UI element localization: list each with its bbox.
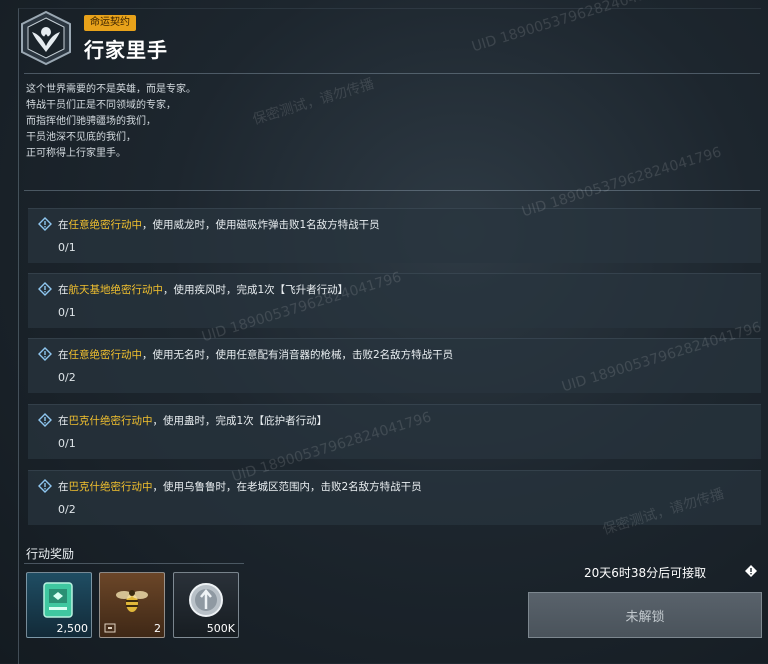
- task-text: 在任意绝密行动中，使用威龙时，使用磁吸炸弹击败1名敌方特战干员: [58, 219, 380, 231]
- contract-description: 这个世界需要的不是英雄，而是专家。 特战干员们正是不同领域的专家， 而指挥他们驰…: [26, 82, 446, 162]
- task-location: 巴克什绝密行动中: [68, 415, 153, 427]
- task-text: 在任意绝密行动中，使用无名时，使用任意配有消音器的枪械，击败2名敌方特战干员: [58, 349, 454, 361]
- task-progress: 0/2: [58, 371, 76, 384]
- task-progress: 0/1: [58, 306, 76, 319]
- reward-count: 2,500: [56, 622, 89, 635]
- unlock-button-label: 未解锁: [625, 609, 665, 625]
- info-icon: [38, 479, 52, 493]
- task-location: 巴克什绝密行动中: [68, 481, 153, 493]
- task-location: 航天基地绝密行动中: [68, 284, 164, 296]
- task-progress: 0/1: [58, 437, 76, 450]
- wasp-insect-icon: [116, 590, 148, 612]
- bound-item-icon: [104, 623, 116, 633]
- rewards-divider: [24, 563, 244, 564]
- description-line: 特战干员们正是不同领域的专家，: [26, 100, 176, 111]
- info-diamond-icon[interactable]: [744, 564, 758, 578]
- unlock-button[interactable]: 未解锁: [528, 592, 762, 638]
- task-text: 在航天基地绝密行动中，使用疾风时，完成1次【飞升者行动】: [58, 284, 349, 296]
- info-icon: [38, 282, 52, 296]
- task-progress: 0/1: [58, 241, 76, 254]
- availability-timer: 20天6时38分后可接取: [584, 566, 707, 580]
- task-item: 在巴克什绝密行动中，使用蛊时，完成1次【庇护者行动】 0/1: [28, 404, 761, 459]
- contract-type-badge: 命运契约: [84, 15, 136, 31]
- task-item: 在巴克什绝密行动中，使用乌鲁鲁时，在老城区范围内，击败2名敌方特战干员 0/2: [28, 470, 761, 525]
- description-line: 而指挥他们驰骋疆场的我们，: [26, 116, 156, 127]
- eagle-emblem-icon: [21, 10, 71, 66]
- task-item: 在任意绝密行动中，使用威龙时，使用磁吸炸弹击败1名敌方特战干员 0/1: [28, 208, 761, 263]
- task-text: 在巴克什绝密行动中，使用乌鲁鲁时，在老城区范围内，击败2名敌方特战干员: [58, 481, 422, 493]
- silver-coin-icon: [189, 583, 223, 617]
- reward-count: 2: [154, 622, 161, 635]
- task-item: 在任意绝密行动中，使用无名时，使用任意配有消音器的枪械，击败2名敌方特战干员 0…: [28, 338, 761, 393]
- page-title: 行家里手: [84, 38, 168, 62]
- rewards-label: 行动奖励: [26, 547, 75, 561]
- description-divider: [24, 190, 760, 191]
- task-progress: 0/2: [58, 503, 76, 516]
- info-icon: [38, 217, 52, 231]
- task-text: 在巴克什绝密行动中，使用蛊时，完成1次【庇护者行动】: [58, 415, 328, 427]
- reward-slot[interactable]: 500K: [173, 572, 239, 638]
- description-line: 正可称得上行家里手。: [26, 148, 126, 159]
- header-divider: [24, 73, 760, 74]
- info-icon: [38, 347, 52, 361]
- task-location: 任意绝密行动中: [68, 349, 143, 361]
- reward-count: 500K: [206, 622, 235, 635]
- reward-slot[interactable]: 2,500: [26, 572, 92, 638]
- token-card-icon: [43, 582, 73, 618]
- task-location: 任意绝密行动中: [68, 219, 143, 231]
- task-item: 在航天基地绝密行动中，使用疾风时，完成1次【飞升者行动】 0/1: [28, 273, 761, 328]
- info-icon: [38, 413, 52, 427]
- reward-slot[interactable]: 2: [99, 572, 165, 638]
- description-line: 干员池深不见底的我们，: [26, 132, 136, 143]
- description-line: 这个世界需要的不是英雄，而是专家。: [26, 84, 196, 95]
